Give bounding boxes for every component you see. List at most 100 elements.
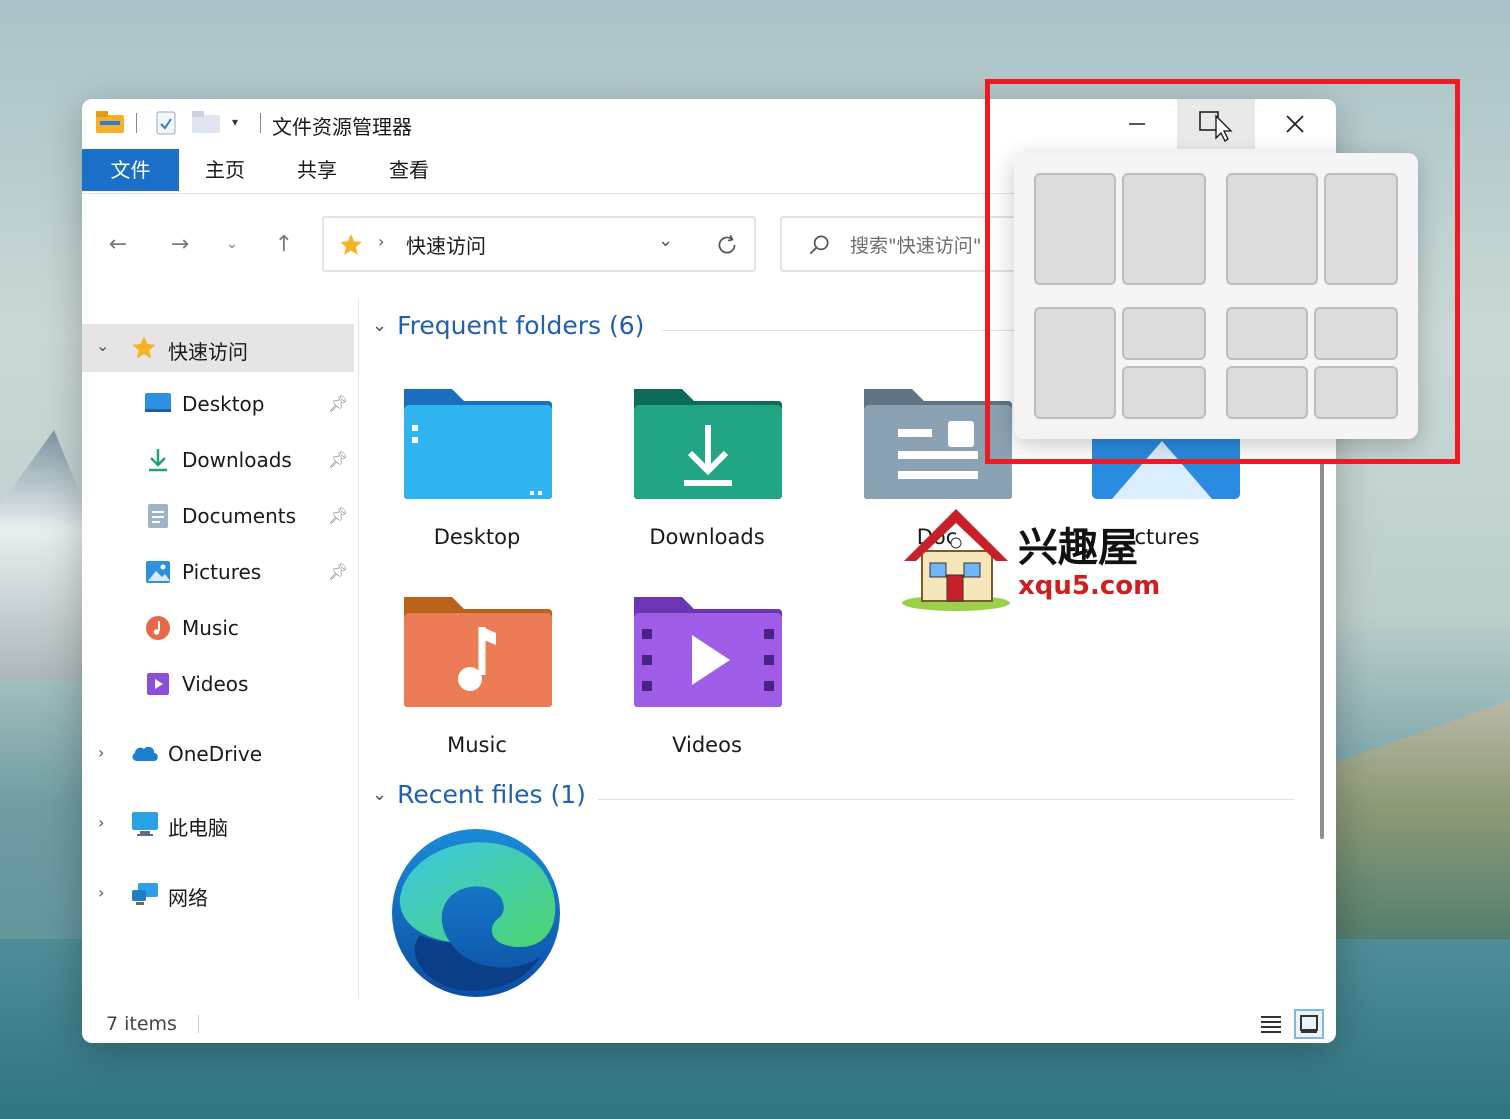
folder-tile-videos[interactable]: Videos [612,587,802,767]
chevron-down-icon[interactable]: ⌄ [372,784,387,805]
pin-icon[interactable]: 📌︎ [328,394,348,413]
annotation-highlight-box [985,79,1460,464]
pin-icon[interactable]: 📌︎ [328,506,348,525]
tab-share[interactable]: 共享 [271,149,363,191]
chevron-down-icon: ⌄ [226,236,238,252]
sidebar-item-label: Downloads [182,448,292,472]
pin-icon[interactable]: 📌︎ [328,450,348,469]
navigation-pane: ⌄ 快速访问 Desktop 📌︎ Downloads 📌︎ Documents… [82,319,358,999]
folder-label: Videos [672,733,742,757]
sidebar-item-label: 网络 [168,886,208,910]
star-icon [132,336,156,359]
sidebar-item-label: Pictures [182,560,262,584]
chevron-right-icon[interactable]: › [98,743,104,762]
network-icon [132,883,158,905]
recent-files-header[interactable]: ⌄ Recent files (1) [372,780,586,809]
music-icon [146,616,170,640]
title-separator [136,113,137,133]
back-button[interactable]: ← [100,228,136,260]
watermark-url: xqu5.com [1018,571,1161,601]
arrow-left-icon: ← [108,231,128,257]
frequent-folders-header[interactable]: ⌄ Frequent folders (6) [372,311,644,340]
this-pc-icon [132,812,158,836]
tab-home[interactable]: 主页 [179,149,271,191]
sidebar-item-music[interactable]: Music [82,604,354,652]
sidebar-item-label: 快速访问 [168,340,248,364]
sidebar-item-label: 此电脑 [168,816,228,840]
folder-tile-desktop[interactable]: Desktop [382,379,572,559]
folder-tile-downloads[interactable]: Downloads [612,379,802,559]
edge-icon [392,829,560,997]
chevron-down-icon[interactable]: ⌄ [372,315,387,336]
new-folder-icon[interactable] [192,111,220,133]
status-separator [198,1015,199,1033]
chevron-right-icon[interactable]: › [98,883,104,902]
watermark: 兴趣屋 xqu5.com [900,505,1200,615]
forward-button[interactable]: → [162,228,198,260]
search-icon [809,235,829,255]
status-bar: 7 items [82,1003,1336,1043]
sidebar-item-label: Music [182,616,239,640]
section-divider [598,799,1294,800]
breadcrumb-chevron-icon: › [378,232,385,251]
up-button[interactable]: ↑ [266,228,302,260]
sidebar-item-label: Documents [182,504,297,528]
tab-view[interactable]: 查看 [363,149,455,191]
downloads-folder-icon [634,389,782,499]
sidebar-item-documents[interactable]: Documents 📌︎ [82,492,354,540]
address-dropdown-icon[interactable]: ⌄ [658,230,673,251]
sidebar-item-label: OneDrive [168,742,263,766]
documents-icon [148,504,168,528]
watermark-title: 兴趣屋 [1018,525,1138,571]
refresh-icon[interactable] [714,232,740,258]
details-view-icon [1261,1016,1281,1033]
search-placeholder: 搜索"快速访问" [850,235,982,257]
sidebar-item-pictures[interactable]: Pictures 📌︎ [82,548,354,596]
sidebar-item-videos[interactable]: Videos [82,660,354,708]
address-bar[interactable]: › 快速访问 ⌄ [322,216,756,272]
star-icon [340,234,362,255]
quick-access-toolbar-dropdown-icon[interactable]: ▾ [232,115,246,129]
house-logo-icon [902,509,1010,611]
sidebar-item-label: Videos [182,672,249,696]
arrow-up-icon: ↑ [274,231,294,257]
desktop-folder-icon [404,389,552,499]
title-separator [260,113,261,133]
section-title: Recent files (1) [397,780,586,809]
large-icons-view-button[interactable] [1294,1009,1324,1039]
sidebar-item-downloads[interactable]: Downloads 📌︎ [82,436,354,484]
sidebar-item-network[interactable]: › 网络 [82,870,354,918]
folder-label: Desktop [433,525,521,549]
address-text: 快速访问 [406,234,486,258]
sidebar-item-onedrive[interactable]: › OneDrive [82,730,354,778]
arrow-right-icon: → [170,231,190,257]
vertical-scrollbar[interactable] [1320,459,1324,839]
items-count: 7 items [106,1013,177,1035]
chevron-down-icon[interactable]: ⌄ [96,336,109,355]
details-view-button[interactable] [1256,1009,1286,1039]
file-explorer-app-icon[interactable] [96,111,124,133]
videos-folder-icon [634,597,782,707]
chevron-right-icon[interactable]: › [98,813,104,832]
recent-file-edge[interactable] [390,827,562,999]
pictures-icon [146,561,170,583]
pin-icon[interactable]: 📌︎ [328,562,348,581]
desktop-icon [145,393,171,412]
onedrive-icon [132,746,158,761]
pane-divider [358,299,359,999]
sidebar-item-this-pc[interactable]: › 此电脑 [82,800,354,848]
recent-locations-button[interactable]: ⌄ [214,228,250,260]
tab-file[interactable]: 文件 [82,149,179,191]
sidebar-item-desktop[interactable]: Desktop 📌︎ [82,380,354,428]
properties-icon[interactable] [156,111,176,135]
downloads-icon [149,449,167,472]
sidebar-item-quick-access[interactable]: ⌄ 快速访问 [82,324,354,372]
folder-tile-music[interactable]: Music [382,587,572,767]
section-title: Frequent folders (6) [397,311,645,340]
music-folder-icon [404,597,552,707]
background-mountain [0,430,90,680]
sidebar-item-label: Desktop [182,392,265,416]
videos-icon [147,673,169,695]
large-icons-view-icon [1300,1015,1318,1033]
folder-label: Downloads [649,525,765,549]
